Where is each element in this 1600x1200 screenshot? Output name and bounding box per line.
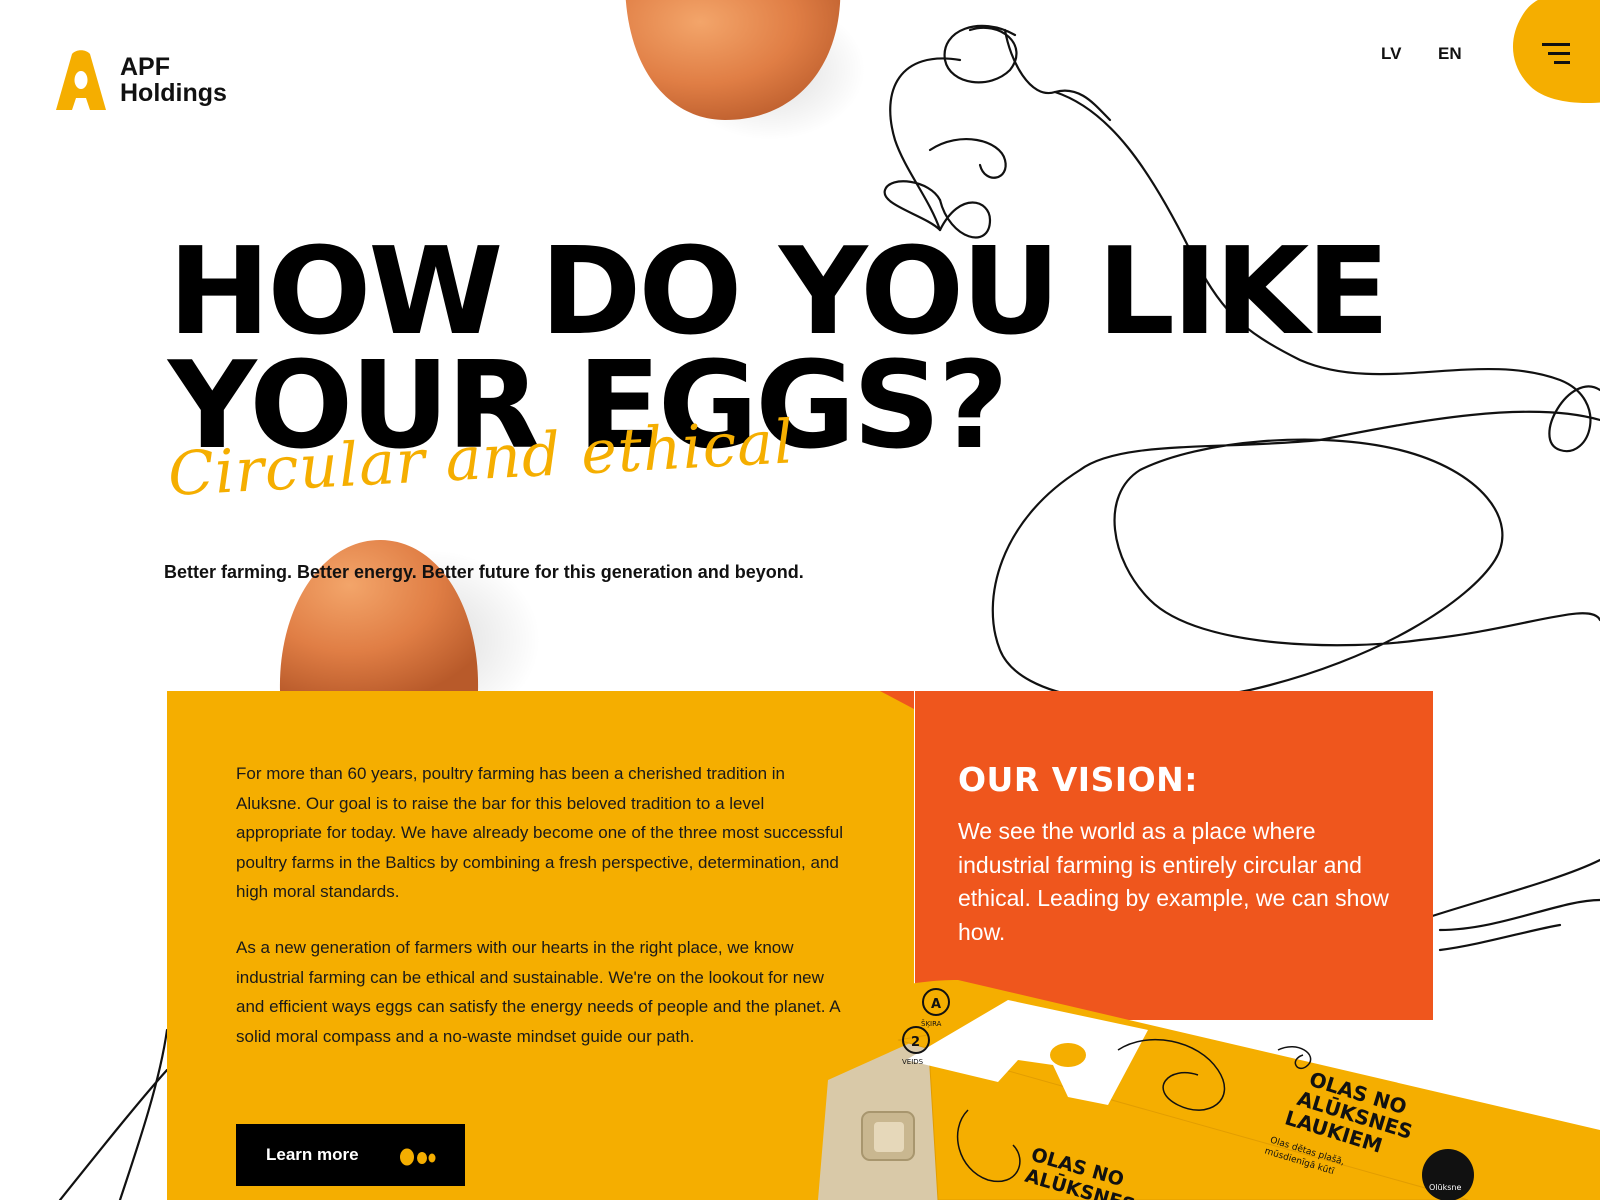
card-corner-fold — [880, 691, 914, 709]
about-paragraph-1: For more than 60 years, poultry farming … — [236, 764, 843, 901]
learn-more-label: Learn more — [266, 1145, 359, 1164]
hero-title-line1: HOW DO YOU LIKE — [168, 223, 1390, 362]
carton-seal-text: Olūksne — [1429, 1183, 1461, 1192]
language-en-link[interactable]: EN — [1438, 44, 1462, 64]
carton-label-skira: ŠĶIRA — [921, 1019, 942, 1029]
logo-a-icon — [56, 50, 106, 110]
brand-logo[interactable]: APF Holdings — [50, 50, 227, 110]
egg-shadow-top — [675, 0, 865, 140]
carton-seal — [1422, 1149, 1474, 1200]
hamburger-menu-icon[interactable] — [1540, 38, 1572, 70]
vision-title: OUR VISION: — [958, 760, 1198, 799]
vision-text: We see the world as a place where indust… — [958, 818, 1389, 945]
learn-more-button[interactable]: Learn more — [236, 1124, 465, 1186]
carton-type: 2 — [911, 1035, 920, 1050]
hero-tagline: Better farming. Better energy. Better fu… — [164, 562, 804, 582]
vision-card: OUR VISION: We see the world as a place … — [915, 691, 1433, 1020]
logo-line-holdings: Holdings — [120, 79, 227, 107]
language-lv-link[interactable]: LV — [1381, 44, 1401, 64]
two-eggs-icon — [400, 1148, 436, 1166]
egg-top — [625, 0, 841, 120]
egg-carton-image: A ŠĶIRA 2 VEIDS OLAS NO ALŪKSNES LAUKIEM… — [818, 980, 1600, 1200]
about-card: For more than 60 years, poultry farming … — [167, 691, 914, 1200]
logo-line-apf: APF — [120, 53, 170, 81]
about-paragraph-2: As a new generation of farmers with our … — [236, 938, 840, 1046]
carton-grade: A — [931, 997, 941, 1012]
carton-label-veids: VEIDS — [902, 1058, 924, 1066]
